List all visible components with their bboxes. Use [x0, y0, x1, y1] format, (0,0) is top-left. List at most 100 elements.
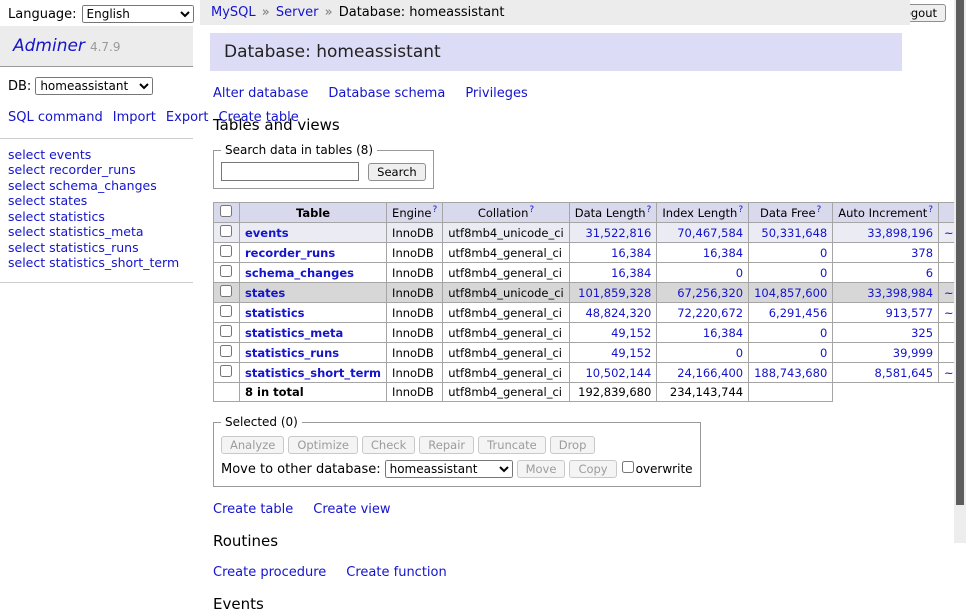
overwrite-label: overwrite — [636, 462, 693, 476]
data-length-link[interactable]: 49,152 — [611, 326, 651, 340]
vertical-scrollbar[interactable] — [954, 0, 966, 543]
data-free-link[interactable]: 188,743,680 — [754, 366, 827, 380]
table-name-link[interactable]: statistics_short_term — [245, 366, 381, 380]
sidebar-action-link[interactable]: SQL command — [8, 110, 103, 125]
auto-increment-link[interactable]: 8,581,645 — [875, 366, 934, 380]
row-checkbox[interactable] — [220, 245, 232, 257]
repair-button[interactable]: Repair — [419, 436, 474, 454]
table-name-link[interactable]: states — [245, 286, 285, 300]
column-header-table[interactable]: Table — [240, 203, 387, 223]
db-select[interactable]: homeassistant — [35, 77, 153, 95]
help-icon[interactable]: ? — [647, 205, 652, 215]
breadcrumb-link[interactable]: Server — [276, 5, 319, 20]
check-button[interactable]: Check — [362, 436, 415, 454]
copy-button[interactable]: Copy — [569, 460, 616, 478]
data-length-link[interactable]: 16,384 — [611, 246, 651, 260]
move-button[interactable]: Move — [517, 460, 566, 478]
column-header-index-length[interactable]: Index Length? — [657, 203, 749, 223]
routine-link[interactable]: Create procedure — [213, 565, 326, 580]
scrollbar-thumb[interactable] — [956, 0, 964, 505]
breadcrumb-link[interactable]: MySQL — [211, 5, 256, 20]
data-length-link[interactable]: 48,824,320 — [585, 306, 651, 320]
help-icon[interactable]: ? — [529, 205, 534, 215]
table-name-link[interactable]: statistics — [245, 306, 305, 320]
db-action-link[interactable]: Database schema — [328, 86, 445, 101]
sidebar-table-link[interactable]: select statistics_meta — [8, 225, 185, 240]
table-name-link[interactable]: schema_changes — [245, 266, 354, 280]
search-button[interactable]: Search — [368, 163, 426, 181]
create-link[interactable]: Create view — [313, 502, 390, 517]
routine-link[interactable]: Create function — [346, 565, 446, 580]
auto-increment-link[interactable]: 33,898,196 — [867, 226, 933, 240]
column-header-collation[interactable]: Collation? — [443, 203, 570, 223]
index-length-link[interactable]: 67,256,320 — [677, 286, 743, 300]
column-header-engine[interactable]: Engine? — [387, 203, 443, 223]
data-free-link[interactable]: 0 — [820, 346, 827, 360]
index-length-link[interactable]: 24,166,400 — [677, 366, 743, 380]
auto-increment-link[interactable]: 378 — [911, 246, 933, 260]
row-checkbox[interactable] — [220, 325, 232, 337]
data-free-link[interactable]: 104,857,600 — [754, 286, 827, 300]
sidebar-table-link[interactable]: select states — [8, 194, 185, 209]
data-length-link[interactable]: 16,384 — [611, 266, 651, 280]
column-header-data-free[interactable]: Data Free? — [749, 203, 833, 223]
truncate-button[interactable]: Truncate — [478, 436, 546, 454]
row-checkbox[interactable] — [220, 365, 232, 377]
data-length-link[interactable]: 101,859,328 — [578, 286, 651, 300]
search-input[interactable] — [221, 162, 359, 181]
row-checkbox[interactable] — [220, 225, 232, 237]
row-checkbox[interactable] — [220, 305, 232, 317]
analyze-button[interactable]: Analyze — [221, 436, 284, 454]
table-name-link[interactable]: events — [245, 226, 289, 240]
data-free-link[interactable]: 6,291,456 — [769, 306, 828, 320]
data-length-link[interactable]: 10,502,144 — [585, 366, 651, 380]
index-length-link[interactable]: 0 — [736, 266, 743, 280]
optimize-button[interactable]: Optimize — [288, 436, 358, 454]
index-length-link[interactable]: 16,384 — [703, 246, 743, 260]
select-all-checkbox[interactable] — [220, 205, 232, 217]
move-db-select[interactable]: homeassistant — [385, 460, 513, 478]
index-length-link[interactable]: 0 — [736, 346, 743, 360]
sidebar-table-link[interactable]: select statistics_short_term — [8, 256, 185, 271]
table-name-link[interactable]: recorder_runs — [245, 246, 335, 260]
sidebar-action-link[interactable]: Export — [166, 110, 209, 125]
db-action-link[interactable]: Privileges — [465, 86, 528, 101]
index-length-link[interactable]: 72,220,672 — [677, 306, 743, 320]
overwrite-checkbox[interactable] — [622, 461, 634, 473]
index-length-link[interactable]: 16,384 — [703, 326, 743, 340]
adminer-brand-link[interactable]: Adminer — [13, 36, 85, 56]
table-name-link[interactable]: statistics_runs — [245, 346, 339, 360]
help-icon[interactable]: ? — [817, 205, 822, 215]
row-checkbox[interactable] — [220, 265, 232, 277]
auto-increment-link[interactable]: 39,999 — [893, 346, 933, 360]
help-icon[interactable]: ? — [432, 205, 437, 215]
index-length-link[interactable]: 70,467,584 — [677, 226, 743, 240]
auto-increment-link[interactable]: 6 — [926, 266, 933, 280]
help-icon[interactable]: ? — [928, 205, 933, 215]
auto-increment-link[interactable]: 913,577 — [885, 306, 933, 320]
data-free-link[interactable]: 50,331,648 — [761, 226, 827, 240]
data-free-link[interactable]: 0 — [820, 266, 827, 280]
sidebar-table-link[interactable]: select events — [8, 148, 185, 163]
drop-button[interactable]: Drop — [550, 436, 596, 454]
data-free-link[interactable]: 0 — [820, 326, 827, 340]
row-checkbox[interactable] — [220, 285, 232, 297]
language-select[interactable]: English — [82, 5, 194, 23]
create-link[interactable]: Create table — [213, 502, 293, 517]
sidebar-table-link[interactable]: select statistics_runs — [8, 241, 185, 256]
data-length-link[interactable]: 31,522,816 — [585, 226, 651, 240]
row-checkbox[interactable] — [220, 345, 232, 357]
sidebar-table-link[interactable]: select schema_changes — [8, 179, 185, 194]
sidebar-table-link[interactable]: select recorder_runs — [8, 163, 185, 178]
table-name-link[interactable]: statistics_meta — [245, 326, 343, 340]
column-header-data-length[interactable]: Data Length? — [569, 203, 657, 223]
sidebar-action-link[interactable]: Import — [113, 110, 156, 125]
auto-increment-link[interactable]: 325 — [911, 326, 933, 340]
data-free-link[interactable]: 0 — [820, 246, 827, 260]
db-action-link[interactable]: Alter database — [213, 86, 308, 101]
help-icon[interactable]: ? — [738, 205, 743, 215]
column-header-auto-increment[interactable]: Auto Increment? — [833, 203, 939, 223]
data-length-link[interactable]: 49,152 — [611, 346, 651, 360]
sidebar-table-link[interactable]: select statistics — [8, 210, 185, 225]
auto-increment-link[interactable]: 33,398,984 — [867, 286, 933, 300]
